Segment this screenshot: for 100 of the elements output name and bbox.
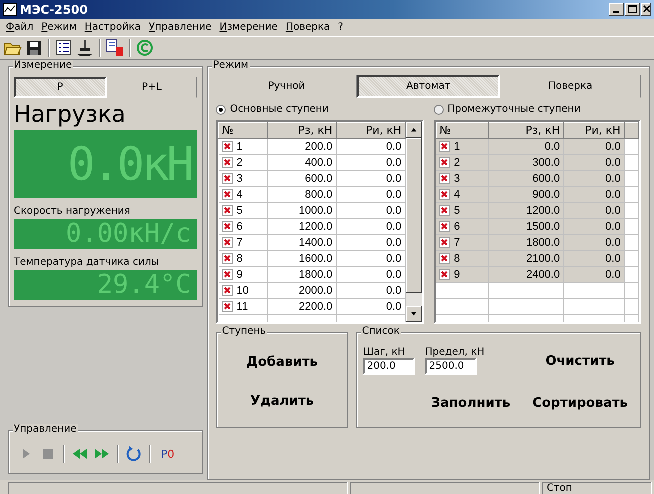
refresh-icon[interactable]	[125, 445, 143, 463]
display-label: Температура датчика силы	[14, 257, 160, 268]
set-load-cell: 1800.0	[488, 234, 564, 250]
step-number-cell: 3	[218, 170, 268, 186]
step-number-cell: 9	[218, 266, 268, 282]
load-label: Нагрузка	[14, 102, 127, 128]
menu-item[interactable]: Управление	[145, 22, 216, 33]
radio-button[interactable]: Основные ступени	[216, 104, 424, 115]
cross-checkbox-icon[interactable]	[222, 221, 233, 232]
status-panel: Стоп	[542, 482, 652, 494]
cross-checkbox-icon[interactable]	[439, 205, 450, 216]
reset-button[interactable]: P0	[157, 448, 179, 460]
cross-checkbox-icon[interactable]	[222, 205, 233, 216]
app-icon	[3, 3, 17, 16]
cross-checkbox-icon[interactable]	[439, 189, 450, 200]
step-number-cell: 1	[218, 138, 268, 154]
column-header[interactable]: Ри, кН	[336, 122, 406, 138]
column-header[interactable]: №	[218, 122, 268, 138]
delete-button[interactable]: Удалить	[244, 390, 320, 413]
step-field[interactable]: 200.0	[363, 358, 416, 376]
cross-checkbox-icon[interactable]	[439, 221, 450, 232]
cross-checkbox-icon[interactable]	[439, 157, 450, 168]
cross-checkbox-icon[interactable]	[222, 269, 233, 280]
column-header[interactable]: Ри, кН	[564, 122, 624, 138]
fill-button[interactable]: Заполнить	[425, 392, 517, 415]
set-load-cell: 600.0	[267, 170, 336, 186]
cross-checkbox-icon[interactable]	[439, 253, 450, 264]
list-icon[interactable]	[55, 39, 73, 57]
step-number-cell: 5	[218, 202, 268, 218]
set-load-cell: 2000.0	[267, 282, 336, 298]
step-number-cell: 8	[218, 250, 268, 266]
cross-checkbox-icon[interactable]	[222, 301, 233, 312]
minimize-icon[interactable]	[609, 3, 624, 16]
step-number-cell: 6	[218, 218, 268, 234]
menu-item[interactable]: Файл	[2, 22, 38, 33]
menu-item[interactable]: Настройка	[80, 22, 146, 33]
measured-load-cell: 0.0	[564, 266, 624, 282]
cross-checkbox-icon[interactable]	[439, 269, 450, 280]
cross-checkbox-icon[interactable]	[439, 141, 450, 152]
menu-item[interactable]: ?	[334, 22, 348, 33]
set-load-cell: 1400.0	[267, 234, 336, 250]
measured-load-cell: 0.0	[336, 170, 406, 186]
scroll-down-icon[interactable]	[406, 306, 422, 322]
column-header[interactable]: Рз, кН	[488, 122, 564, 138]
group-title: Список	[361, 326, 401, 337]
set-load-cell: 1800.0	[267, 266, 336, 282]
set-load-cell: 1500.0	[488, 218, 564, 234]
weight-icon[interactable]	[76, 39, 94, 57]
step-number-cell: 9	[436, 266, 489, 282]
tab[interactable]: Поверка	[500, 75, 641, 98]
group-title: Управление	[13, 424, 78, 435]
set-load-cell: 2100.0	[488, 250, 564, 266]
tab[interactable]: Автомат	[357, 75, 500, 98]
field-label: Предел, кН	[425, 347, 486, 358]
sort-button[interactable]: Сортировать	[526, 392, 634, 415]
cross-checkbox-icon[interactable]	[222, 253, 233, 264]
menu-item[interactable]: Измерение	[216, 22, 282, 33]
cross-checkbox-icon[interactable]	[222, 157, 233, 168]
measured-load-cell: 0.0	[564, 234, 624, 250]
radio-button[interactable]: Промежуточные ступени	[434, 104, 641, 115]
step-number-cell: 6	[436, 218, 489, 234]
display-label: Скорость нагружения	[14, 206, 132, 217]
measured-load-cell: 0.0	[336, 202, 406, 218]
cross-checkbox-icon[interactable]	[222, 237, 233, 248]
group-title: Ступень	[221, 326, 268, 337]
close-icon[interactable]	[641, 3, 651, 16]
cross-checkbox-icon[interactable]	[222, 141, 233, 152]
step-number-cell: 7	[436, 234, 489, 250]
measured-load-cell: 0.0	[336, 282, 406, 298]
step-number-cell: 2	[436, 154, 489, 170]
measured-load-cell: 0.0	[564, 138, 624, 154]
clear-button[interactable]: Очистить	[526, 350, 634, 373]
tab[interactable]: P	[14, 77, 107, 98]
maximize-icon[interactable]	[625, 3, 640, 16]
set-load-cell: 200.0	[267, 138, 336, 154]
measured-load-cell: 0.0	[336, 138, 406, 154]
set-load-cell: 0.0	[488, 138, 564, 154]
step-number-cell: 5	[436, 202, 489, 218]
column-header[interactable]: №	[436, 122, 489, 138]
set-load-cell: 1600.0	[267, 250, 336, 266]
set-load-cell: 1200.0	[267, 218, 336, 234]
cross-checkbox-icon[interactable]	[222, 173, 233, 184]
set-load-cell: 1000.0	[267, 202, 336, 218]
column-header[interactable]: Рз, кН	[267, 122, 336, 138]
document-icon[interactable]	[106, 39, 124, 57]
menu-item[interactable]: Поверка	[282, 22, 334, 33]
scroll-up-icon[interactable]	[406, 122, 422, 138]
add-button[interactable]: Добавить	[240, 351, 324, 374]
scroll-thumb[interactable]	[406, 138, 422, 293]
cross-checkbox-icon[interactable]	[222, 189, 233, 200]
tab[interactable]: P+L	[106, 77, 198, 98]
group-title: Режим	[212, 60, 250, 71]
menu-item[interactable]: Режим	[38, 22, 81, 33]
limit-field[interactable]: 2500.0	[425, 358, 478, 376]
measured-load-cell: 0.0	[336, 186, 406, 202]
cross-checkbox-icon[interactable]	[222, 285, 233, 296]
cross-checkbox-icon[interactable]	[439, 237, 450, 248]
cross-checkbox-icon[interactable]	[439, 173, 450, 184]
measured-load-cell: 0.0	[336, 234, 406, 250]
measured-load-cell: 0.0	[336, 266, 406, 282]
